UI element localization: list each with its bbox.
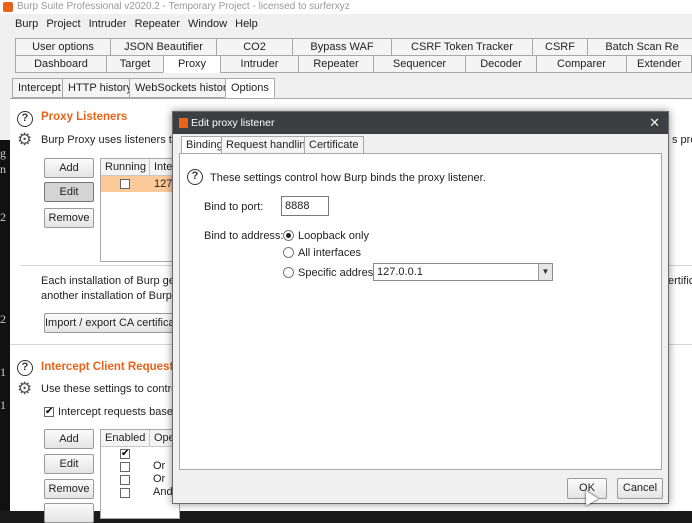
help-icon[interactable]: ?	[17, 360, 33, 376]
edge-text: n	[0, 162, 6, 176]
ca-text-tail: ertific	[668, 275, 692, 287]
dialog-title: Edit proxy listener	[191, 117, 275, 129]
close-icon[interactable]: ✕	[649, 112, 660, 134]
menu-burp[interactable]: Burp	[15, 18, 38, 30]
window-title: Burp Suite Professional v2020.2 - Tempor…	[17, 1, 350, 12]
table-row[interactable]: ✔	[101, 447, 179, 460]
menu-bar: Burp Project Intruder Repeater Window He…	[0, 14, 692, 34]
port-label: Bind to port:	[204, 201, 264, 213]
edge-text: 1	[0, 398, 6, 412]
title-bar: Burp Suite Professional v2020.2 - Tempor…	[0, 0, 692, 14]
binding-panel: ? These settings control how Burp binds …	[179, 153, 662, 470]
address-label: Bind to address:	[204, 230, 284, 242]
chevron-down-icon[interactable]: ▼	[538, 264, 552, 280]
enabled-checkbox[interactable]	[120, 462, 130, 472]
tab-comparer[interactable]: Comparer	[536, 55, 627, 73]
extension-tabs-row: User options JSON Beautifier CO2 Bypass …	[0, 38, 692, 56]
loopback-label: Loopback only	[298, 230, 369, 242]
menu-help[interactable]: Help	[235, 18, 258, 30]
ca-text-line2: another installation of Burp.	[41, 290, 175, 302]
enabled-checkbox[interactable]	[120, 488, 130, 498]
enabled-checkbox[interactable]	[120, 475, 130, 485]
tab-certificate[interactable]: Certificate	[304, 136, 364, 154]
tab-options[interactable]: Options	[225, 78, 275, 98]
tab-batch-scan[interactable]: Batch Scan Re	[587, 38, 692, 56]
tab-request-handling[interactable]: Request handling	[221, 136, 317, 154]
burp-logo-icon	[3, 2, 13, 12]
import-export-ca-button[interactable]: Import / export CA certificate	[44, 313, 184, 333]
dialog-title-bar[interactable]: Edit proxy listener ✕	[173, 112, 668, 134]
gear-icon[interactable]: ⚙	[17, 380, 32, 397]
tab-extender[interactable]: Extender	[626, 55, 692, 73]
specific-address-label: Specific address:	[298, 267, 382, 279]
all-interfaces-label: All interfaces	[298, 247, 361, 259]
tab-websockets-history[interactable]: WebSockets history	[129, 78, 239, 98]
gear-icon[interactable]: ⚙	[17, 131, 32, 148]
table-row[interactable]: Or	[101, 460, 179, 473]
tab-csrf[interactable]: CSRF	[532, 38, 588, 56]
table-row[interactable]: 127.	[101, 176, 179, 192]
all-interfaces-radio[interactable]	[283, 247, 294, 258]
tab-sequencer[interactable]: Sequencer	[373, 55, 466, 73]
binding-info-text: These settings control how Burp binds th…	[210, 172, 486, 184]
menu-window[interactable]: Window	[188, 18, 227, 30]
more-button[interactable]	[44, 503, 94, 523]
specific-address-radio[interactable]	[283, 267, 294, 278]
background-window-edge: g n 2 2 1 1	[0, 140, 10, 511]
listeners-table: Running Inter 127.	[100, 158, 180, 262]
tab-proxy[interactable]: Proxy	[163, 55, 221, 73]
cancel-button[interactable]: Cancel	[617, 478, 663, 499]
tab-bypass-waf[interactable]: Bypass WAF	[292, 38, 392, 56]
proxy-listeners-desc: Burp Proxy uses listeners to re	[41, 134, 191, 146]
tab-http-history[interactable]: HTTP history	[62, 78, 138, 98]
tab-csrf-token-tracker[interactable]: CSRF Token Tracker	[391, 38, 533, 56]
running-checkbox[interactable]	[120, 179, 130, 189]
tab-target[interactable]: Target	[106, 55, 164, 73]
specific-address-select[interactable]: 127.0.0.1 ▼	[373, 263, 553, 281]
intercept-requests-checkbox[interactable]: ✔	[44, 407, 54, 417]
edge-text: 2	[0, 312, 6, 326]
menu-intruder[interactable]: Intruder	[89, 18, 127, 30]
tab-repeater[interactable]: Repeater	[298, 55, 374, 73]
port-input[interactable]: 8888	[281, 196, 329, 216]
menu-project[interactable]: Project	[46, 18, 80, 30]
remove-rule-button[interactable]: Remove	[44, 479, 94, 499]
proxy-listeners-desc-tail: s prox	[672, 134, 692, 146]
tab-decoder[interactable]: Decoder	[465, 55, 537, 73]
proxy-listeners-title: Proxy Listeners	[41, 111, 128, 123]
column-running[interactable]: Running	[101, 159, 150, 176]
tab-intercept[interactable]: Intercept	[12, 78, 67, 98]
tab-co2[interactable]: CO2	[216, 38, 293, 56]
intercept-client-desc: Use these settings to control w	[41, 383, 191, 395]
tab-user-options[interactable]: User options	[15, 38, 111, 56]
edge-text: g	[0, 146, 6, 160]
add-rule-button[interactable]: Add	[44, 429, 94, 449]
burp-logo-icon	[179, 118, 188, 128]
edit-proxy-listener-dialog: Edit proxy listener ✕ Binding Request ha…	[172, 111, 669, 504]
tab-dashboard[interactable]: Dashboard	[15, 55, 107, 73]
burp-window: Burp Suite Professional v2020.2 - Tempor…	[0, 0, 692, 523]
add-listener-button[interactable]: Add	[44, 158, 94, 178]
help-icon[interactable]: ?	[17, 111, 33, 127]
edge-text: 2	[0, 210, 6, 224]
column-enabled[interactable]: Enabled	[101, 430, 150, 447]
edit-listener-button[interactable]: Edit	[44, 182, 94, 202]
tab-intruder[interactable]: Intruder	[220, 55, 299, 73]
main-tabs-row: Dashboard Target Proxy Intruder Repeater…	[0, 55, 692, 73]
table-row[interactable]: And	[101, 486, 179, 499]
edge-text: 1	[0, 365, 6, 379]
tab-json-beautifier[interactable]: JSON Beautifier	[110, 38, 217, 56]
operator-cell: And	[153, 486, 173, 498]
intercept-client-title: Intercept Client Requests	[41, 361, 180, 373]
menu-repeater[interactable]: Repeater	[135, 18, 180, 30]
help-icon[interactable]: ?	[187, 169, 203, 185]
remove-listener-button[interactable]: Remove	[44, 208, 94, 228]
edit-rule-button[interactable]: Edit	[44, 454, 94, 474]
enabled-checkbox[interactable]: ✔	[120, 449, 130, 459]
specific-address-value: 127.0.0.1	[377, 266, 423, 278]
loopback-radio[interactable]	[283, 230, 294, 241]
intercept-rules-table: Enabled Ope ✔ Or Or And	[100, 429, 180, 519]
